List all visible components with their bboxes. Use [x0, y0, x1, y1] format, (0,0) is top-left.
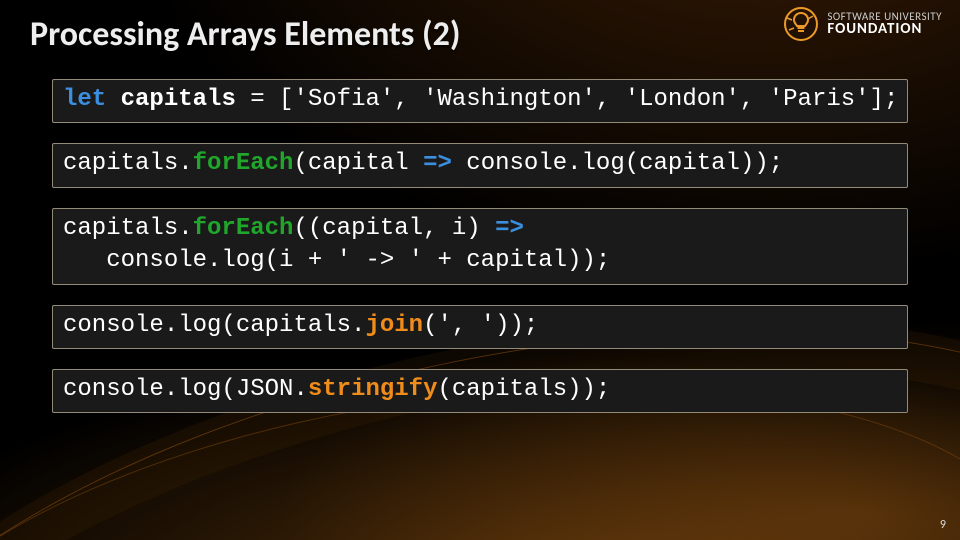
fn-foreach: forEach [193, 215, 294, 242]
code-block-4: console.log(capitals.join(', ')); [52, 305, 908, 349]
code-block-2: capitals.forEach(capital => console.log(… [52, 143, 908, 187]
code-text: (', ')); [423, 312, 538, 339]
page-number: 9 [940, 518, 946, 532]
code-text: = ['Sofia', 'Washington', 'London', 'Par… [236, 86, 899, 113]
code-text: (capital [293, 150, 423, 177]
code-text: capitals. [63, 150, 193, 177]
code-text: (capitals)); [437, 376, 610, 403]
fn-stringify: stringify [308, 376, 438, 403]
fn-foreach: forEach [193, 150, 294, 177]
code-block-5: console.log(JSON.stringify(capitals)); [52, 369, 908, 413]
arrow-icon: => [495, 215, 524, 242]
keyword-let: let [63, 86, 106, 113]
code-text: console.log(i + ' -> ' + capital)); [63, 247, 610, 274]
code-text: console.log(capitals. [63, 312, 365, 339]
fn-join: join [365, 312, 423, 339]
identifier-capitals: capitals [121, 86, 236, 113]
code-text: capitals. [63, 215, 193, 242]
code-text: console.log(JSON. [63, 376, 308, 403]
code-text [106, 86, 120, 113]
code-block-3: capitals.forEach((capital, i) => console… [52, 208, 908, 285]
arrow-icon: => [423, 150, 452, 177]
code-text: ((capital, i) [293, 215, 495, 242]
code-text: console.log(capital)); [452, 150, 783, 177]
code-block-1: let capitals = ['Sofia', 'Washington', '… [52, 79, 908, 123]
slide-title: Processing Arrays Elements (2) [30, 14, 932, 55]
slide-content: Processing Arrays Elements (2) let capit… [0, 0, 960, 413]
